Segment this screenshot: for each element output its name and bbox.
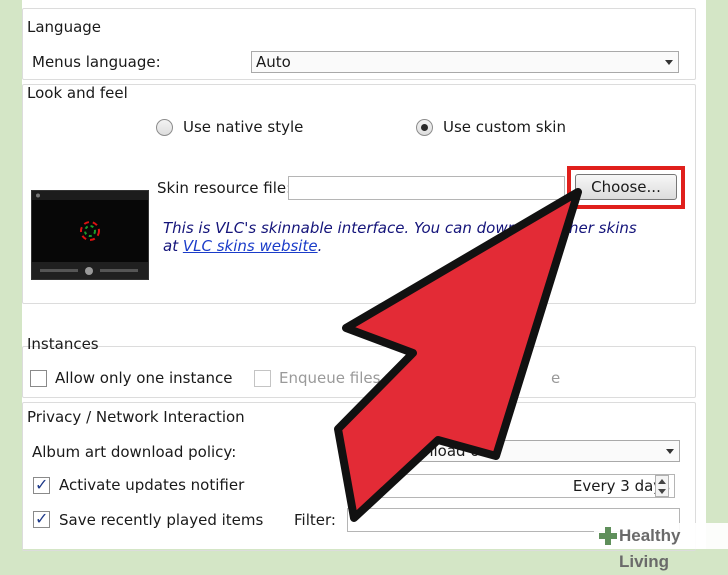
save-recent-items-checkbox[interactable]: ✓ <box>33 509 50 528</box>
vlc-skin-thumbnail-icon <box>32 191 148 279</box>
updates-interval-stepper[interactable] <box>655 475 669 497</box>
skin-file-label: Skin resource file: <box>157 179 292 197</box>
menus-language-select[interactable]: Auto <box>251 51 679 73</box>
hint-prefix: This is VLC's skinnable interface. You c… <box>163 219 540 237</box>
save-recent-items-label[interactable]: Save recently played items <box>59 511 263 529</box>
chevron-down-icon <box>666 449 674 454</box>
language-group-title: Language <box>27 18 102 36</box>
healthy-living-logo: Healthy Living <box>594 523 728 571</box>
allow-one-instance-label[interactable]: Allow only one instance <box>55 369 233 387</box>
plus-logo-icon <box>598 526 618 546</box>
enqueue-files-checkbox[interactable] <box>254 370 271 387</box>
hint-hidden-middle: d other sk <box>539 219 616 237</box>
skin-preview-image <box>31 190 149 280</box>
album-art-value-end: nload only <box>424 442 503 460</box>
brand-name: Healthy Living <box>619 526 681 571</box>
updates-interval-field[interactable]: Every 3 days <box>347 474 675 498</box>
chevron-down-icon <box>665 60 673 65</box>
checkmark-icon: ✓ <box>35 509 49 528</box>
privacy-group-title: Privacy / Network Interaction <box>27 408 245 426</box>
preferences-panel: Language Menus language: Auto Look and f… <box>22 0 706 551</box>
vlc-skins-website-link[interactable]: VLC skins website <box>183 237 318 255</box>
radio-selected-dot <box>421 124 428 131</box>
checkmark-icon: ✓ <box>35 475 49 494</box>
album-art-value-start: Man <box>350 442 382 460</box>
menus-language-value: Auto <box>256 53 291 71</box>
look-and-feel-group-title: Look and feel <box>27 84 128 102</box>
custom-skin-label[interactable]: Use custom skin <box>443 118 566 136</box>
choose-button[interactable]: Choose... <box>575 174 677 200</box>
skins-hint-text: This is VLC's skinnable interface. You c… <box>163 219 653 255</box>
menus-language-label: Menus language: <box>32 53 161 71</box>
filter-label: Filter: <box>294 511 336 529</box>
stepper-up-icon <box>658 479 666 484</box>
native-style-label[interactable]: Use native style <box>183 118 303 136</box>
album-art-label: Album art download policy: <box>32 443 237 461</box>
enqueue-files-label: Enqueue files when i <box>279 369 435 387</box>
enqueue-files-label-tail: e <box>551 369 561 387</box>
hint-suffix: . <box>317 237 323 255</box>
updates-notifier-label[interactable]: Activate updates notifier <box>59 476 244 494</box>
allow-one-instance-checkbox[interactable] <box>30 370 47 387</box>
custom-skin-radio[interactable] <box>416 119 433 136</box>
updates-notifier-checkbox[interactable]: ✓ <box>33 475 50 494</box>
album-art-select[interactable]: Man nload only <box>345 440 680 462</box>
stepper-down-icon <box>658 489 666 494</box>
native-style-radio[interactable] <box>156 119 173 136</box>
skin-file-input[interactable] <box>288 176 565 200</box>
instances-group-title: Instances <box>27 335 99 353</box>
